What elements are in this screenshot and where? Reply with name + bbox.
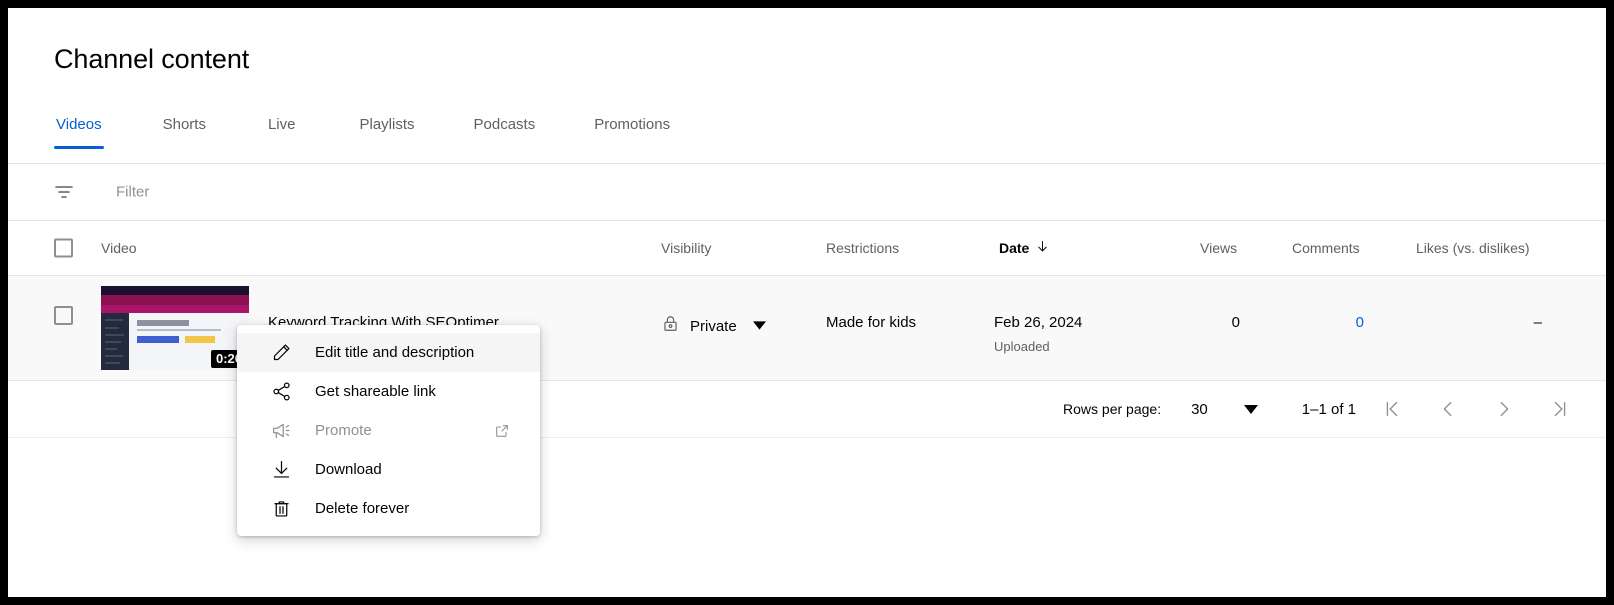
menu-item-label: Promote <box>315 422 372 439</box>
share-icon <box>269 380 293 404</box>
restrictions-value: Made for kids <box>826 314 916 331</box>
filter-bar: Filter <box>8 164 1606 220</box>
menu-item-label: Download <box>315 461 382 478</box>
pagination-range: 1–1 of 1 <box>1302 401 1356 418</box>
pencil-icon <box>269 341 293 365</box>
comments-value[interactable]: 0 <box>1304 314 1364 331</box>
menu-item-label: Delete forever <box>315 500 409 517</box>
likes-value: – <box>1478 314 1542 331</box>
tab-podcasts[interactable]: Podcasts <box>472 116 538 149</box>
column-header-comments: Comments <box>1292 240 1360 256</box>
tab-podcasts-label: Podcasts <box>472 116 538 133</box>
tab-videos-label: Videos <box>54 116 104 133</box>
content-tabs: Videos Shorts Live Playlists Podcasts Pr… <box>54 116 672 156</box>
date-status: Uploaded <box>994 339 1082 354</box>
date-cell: Feb 26, 2024 Uploaded <box>994 314 1082 354</box>
column-header-date[interactable]: Date <box>999 239 1050 257</box>
menu-item-download[interactable]: Download <box>237 450 540 489</box>
column-header-visibility: Visibility <box>661 240 711 256</box>
table-header-row: Video Visibility Restrictions Date Views… <box>8 221 1606 275</box>
previous-page-button[interactable] <box>1428 389 1468 429</box>
trash-icon <box>269 497 293 521</box>
date-value: Feb 26, 2024 <box>994 314 1082 331</box>
menu-item-label: Get shareable link <box>315 383 436 400</box>
column-header-date-label: Date <box>999 240 1029 256</box>
visibility-value: Private <box>690 318 737 335</box>
megaphone-icon <box>269 419 293 443</box>
select-all-checkbox[interactable] <box>54 239 73 258</box>
column-header-views: Views <box>1200 240 1237 256</box>
menu-item-delete-forever[interactable]: Delete forever <box>237 489 540 528</box>
tab-promotions[interactable]: Promotions <box>592 116 672 149</box>
column-header-restrictions: Restrictions <box>826 240 899 256</box>
menu-item-label: Edit title and description <box>315 344 474 361</box>
visibility-selector[interactable]: Private <box>661 314 766 338</box>
views-value: 0 <box>1180 314 1240 331</box>
chevron-down-icon[interactable] <box>753 317 766 335</box>
filter-icon[interactable] <box>52 180 76 204</box>
menu-item-get-shareable-link[interactable]: Get shareable link <box>237 372 540 411</box>
rows-per-page-dropdown-icon[interactable] <box>1244 405 1258 414</box>
column-header-video: Video <box>101 240 137 256</box>
lock-icon <box>661 314 680 338</box>
external-link-icon <box>494 423 510 439</box>
first-page-button[interactable] <box>1372 389 1412 429</box>
video-thumbnail[interactable]: 0:26 <box>101 286 249 370</box>
tab-playlists[interactable]: Playlists <box>357 116 416 149</box>
tab-live[interactable]: Live <box>266 116 298 149</box>
menu-item-edit-title-and-description[interactable]: Edit title and description <box>237 333 540 372</box>
rows-per-page-value[interactable]: 30 <box>1191 401 1208 418</box>
row-select-checkbox[interactable] <box>54 306 73 325</box>
tab-videos[interactable]: Videos <box>54 116 104 149</box>
tab-promotions-label: Promotions <box>592 116 672 133</box>
tab-playlists-label: Playlists <box>357 116 416 133</box>
filter-input[interactable]: Filter <box>116 184 149 201</box>
last-page-button[interactable] <box>1540 389 1580 429</box>
tab-shorts[interactable]: Shorts <box>161 116 208 149</box>
sort-descending-icon <box>1035 239 1050 257</box>
video-options-context-menu: Edit title and description Get shareable… <box>237 325 540 536</box>
page-title: Channel content <box>54 44 249 75</box>
next-page-button[interactable] <box>1484 389 1524 429</box>
youtube-studio-content-panel: Channel content Videos Shorts Live Playl… <box>8 8 1606 597</box>
tab-shorts-label: Shorts <box>161 116 208 133</box>
menu-item-promote: Promote <box>237 411 540 450</box>
rows-per-page-label: Rows per page: <box>1063 401 1161 417</box>
download-icon <box>269 458 293 482</box>
tab-live-label: Live <box>266 116 298 133</box>
column-header-likes: Likes (vs. dislikes) <box>1416 240 1530 256</box>
